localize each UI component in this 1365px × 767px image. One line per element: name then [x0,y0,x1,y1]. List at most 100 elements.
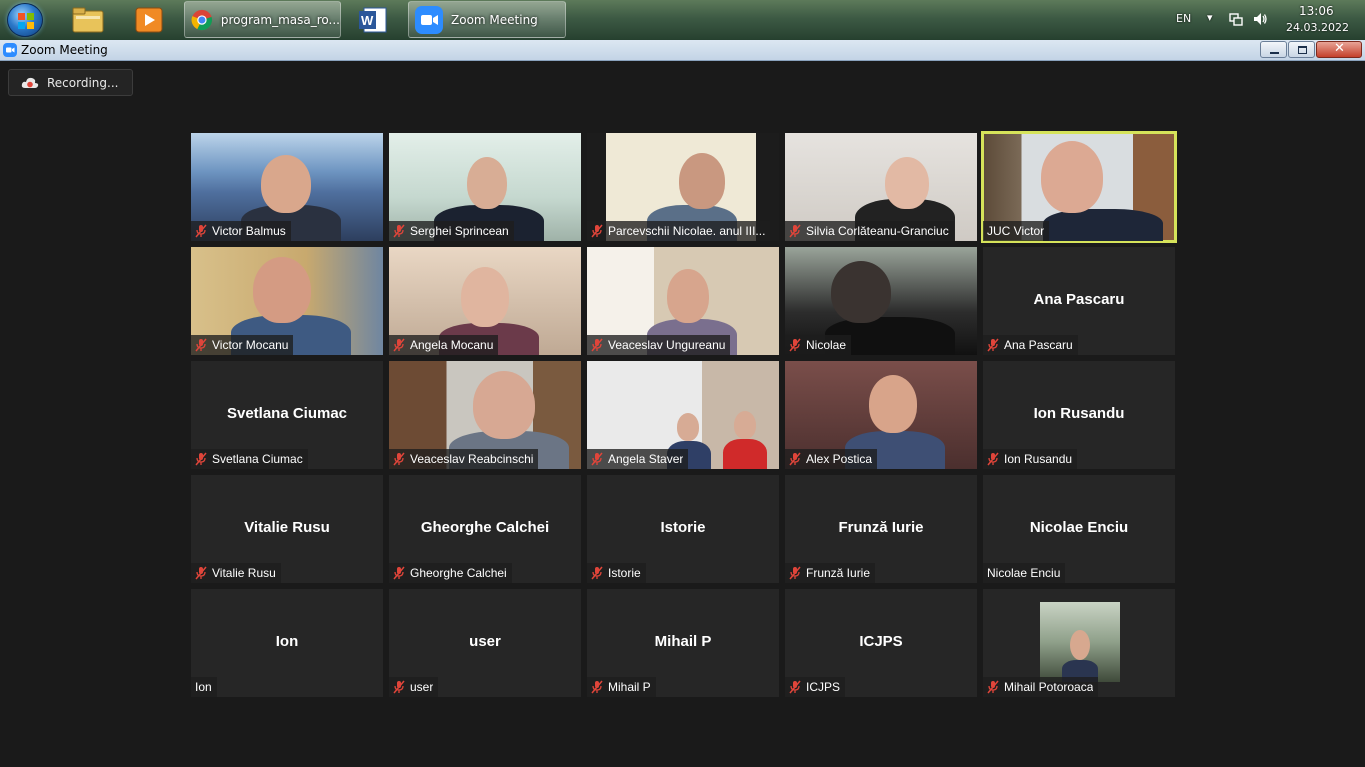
participant-tile[interactable]: Angela Staver [587,361,779,469]
taskbar-zoom-button[interactable]: Zoom Meeting [408,1,566,38]
mic-muted-icon [591,224,603,238]
participant-tile[interactable]: Alex Postica [785,361,977,469]
minimize-icon [1270,52,1279,54]
participant-name-bar: Gheorghe Calchei [389,563,512,583]
participant-name-bar: Ion Rusandu [983,449,1078,469]
participant-tile[interactable]: Victor Mocanu [191,247,383,355]
participant-tile[interactable]: Istorie Istorie [587,475,779,583]
participant-name: Ana Pascaru [1004,338,1073,352]
network-icon[interactable] [1229,12,1243,26]
participant-display-name: Ana Pascaru [1033,291,1125,308]
participant-tile[interactable]: Victor Balmus [191,133,383,241]
start-button[interactable] [7,3,43,37]
recording-indicator[interactable]: Recording... [8,69,133,96]
participant-name-bar: Victor Balmus [191,221,291,241]
participant-name-bar: user [389,677,439,697]
close-icon: ✕ [1334,41,1345,56]
participant-tile[interactable]: Mihail P Mihail P [587,589,779,697]
participant-name-bar: Serghei Sprincean [389,221,514,241]
clock-date[interactable]: 24.03.2022 [1286,21,1349,34]
participant-name-bar: Veaceslav Ungureanu [587,335,731,355]
participant-tile[interactable]: Veaceslav Reabcinschi [389,361,581,469]
participant-name-bar: Nicolae Enciu [983,563,1066,583]
participant-name: Ion [195,680,212,694]
participant-tile[interactable]: ICJPS ICJPS [785,589,977,697]
participant-display-name: Vitalie Rusu [244,519,330,536]
mic-muted-icon [789,452,801,466]
mic-muted-icon [789,224,801,238]
minimize-button[interactable] [1260,41,1287,58]
participant-name-bar: Veaceslav Reabcinschi [389,449,539,469]
participant-display-name: Nicolae Enciu [1029,519,1129,536]
maximize-button[interactable] [1288,41,1315,58]
zoom-icon [415,5,443,34]
participant-name-bar: Nicolae [785,335,852,355]
media-player-icon[interactable] [129,4,169,36]
participant-name: Mihail Potoroaca [1004,680,1094,694]
participant-tile[interactable]: Mihail Potoroaca [983,589,1175,697]
participant-display-name: Mihail P [654,633,712,650]
close-button[interactable]: ✕ [1316,41,1362,58]
participant-name-bar: Istorie [587,563,646,583]
participant-tile[interactable]: Parcevschii Nicolae. anul III... [587,133,779,241]
participant-tile[interactable]: Frunză Iurie Frunză Iurie [785,475,977,583]
mic-muted-icon [393,566,405,580]
mic-muted-icon [393,338,405,352]
clock-time[interactable]: 13:06 [1299,4,1334,18]
participant-display-name: Ion Rusandu [1033,405,1125,422]
participant-name: Mihail P [608,680,651,694]
windows-taskbar: program_masa_ro... W Zoom Meeting EN ▾ 1… [0,0,1365,40]
participant-tile[interactable]: Vitalie Rusu Vitalie Rusu [191,475,383,583]
participant-name-bar: Frunză Iurie [785,563,876,583]
participant-name: Svetlana Ciumac [212,452,303,466]
participant-name-bar: Alex Postica [785,449,878,469]
participant-name-bar: Mihail P [587,677,656,697]
file-explorer-icon[interactable] [68,4,108,36]
chrome-icon [191,9,213,30]
participant-name: Ion Rusandu [1004,452,1073,466]
participant-tile[interactable]: Ana Pascaru Ana Pascaru [983,247,1175,355]
window-title: Zoom Meeting [21,43,108,57]
taskbar-chrome-label: program_masa_ro... [220,12,340,27]
participant-name: Gheorghe Calchei [410,566,507,580]
participant-name-bar: Angela Staver [587,449,689,469]
participant-name: Victor Balmus [212,224,286,238]
participant-tile-active-speaker[interactable]: JUC Victor [981,131,1177,243]
mic-muted-icon [393,680,405,694]
taskbar-chrome-button[interactable]: program_masa_ro... [184,1,341,38]
participant-name: Silvia Corlăteanu-Granciuc [806,224,949,238]
participant-display-name: Gheorghe Calchei [420,519,550,536]
participant-name: JUC Victor [987,224,1045,238]
participant-tile[interactable]: Serghei Sprincean [389,133,581,241]
participant-tile[interactable]: Ion Ion [191,589,383,697]
participant-tile[interactable]: Svetlana Ciumac Svetlana Ciumac [191,361,383,469]
word-icon[interactable]: W [353,4,393,36]
mic-muted-icon [987,452,999,466]
participant-name-bar: Parcevschii Nicolae. anul III... [587,221,771,241]
participant-name-bar: Svetlana Ciumac [191,449,308,469]
recording-label: Recording... [47,75,119,90]
participant-tile[interactable]: Ion Rusandu Ion Rusandu [983,361,1175,469]
participant-display-name: ICJPS [859,633,903,650]
participant-tile[interactable]: Gheorghe Calchei Gheorghe Calchei [389,475,581,583]
participant-name: Vitalie Rusu [212,566,276,580]
language-indicator[interactable]: EN [1176,12,1191,25]
participant-tile[interactable]: Nicolae [785,247,977,355]
tray-expand-icon[interactable]: ▾ [1207,11,1213,24]
volume-icon[interactable] [1252,11,1268,27]
profile-picture [1040,602,1120,682]
participant-name: Istorie [608,566,641,580]
participant-name-bar: Ion [191,677,217,697]
participant-tile[interactable]: Nicolae Enciu Nicolae Enciu [983,475,1175,583]
participant-name: Nicolae [806,338,847,352]
participant-name-bar: Angela Mocanu [389,335,499,355]
mic-muted-icon [591,452,603,466]
participant-tile[interactable]: Angela Mocanu [389,247,581,355]
participant-name-bar: Vitalie Rusu [191,563,281,583]
participant-name: Angela Staver [608,452,684,466]
mic-muted-icon [195,566,207,580]
participant-tile[interactable]: Silvia Corlăteanu-Granciuc [785,133,977,241]
participant-display-name: Frunză Iurie [838,519,924,536]
participant-tile[interactable]: Veaceslav Ungureanu [587,247,779,355]
participant-tile[interactable]: user user [389,589,581,697]
